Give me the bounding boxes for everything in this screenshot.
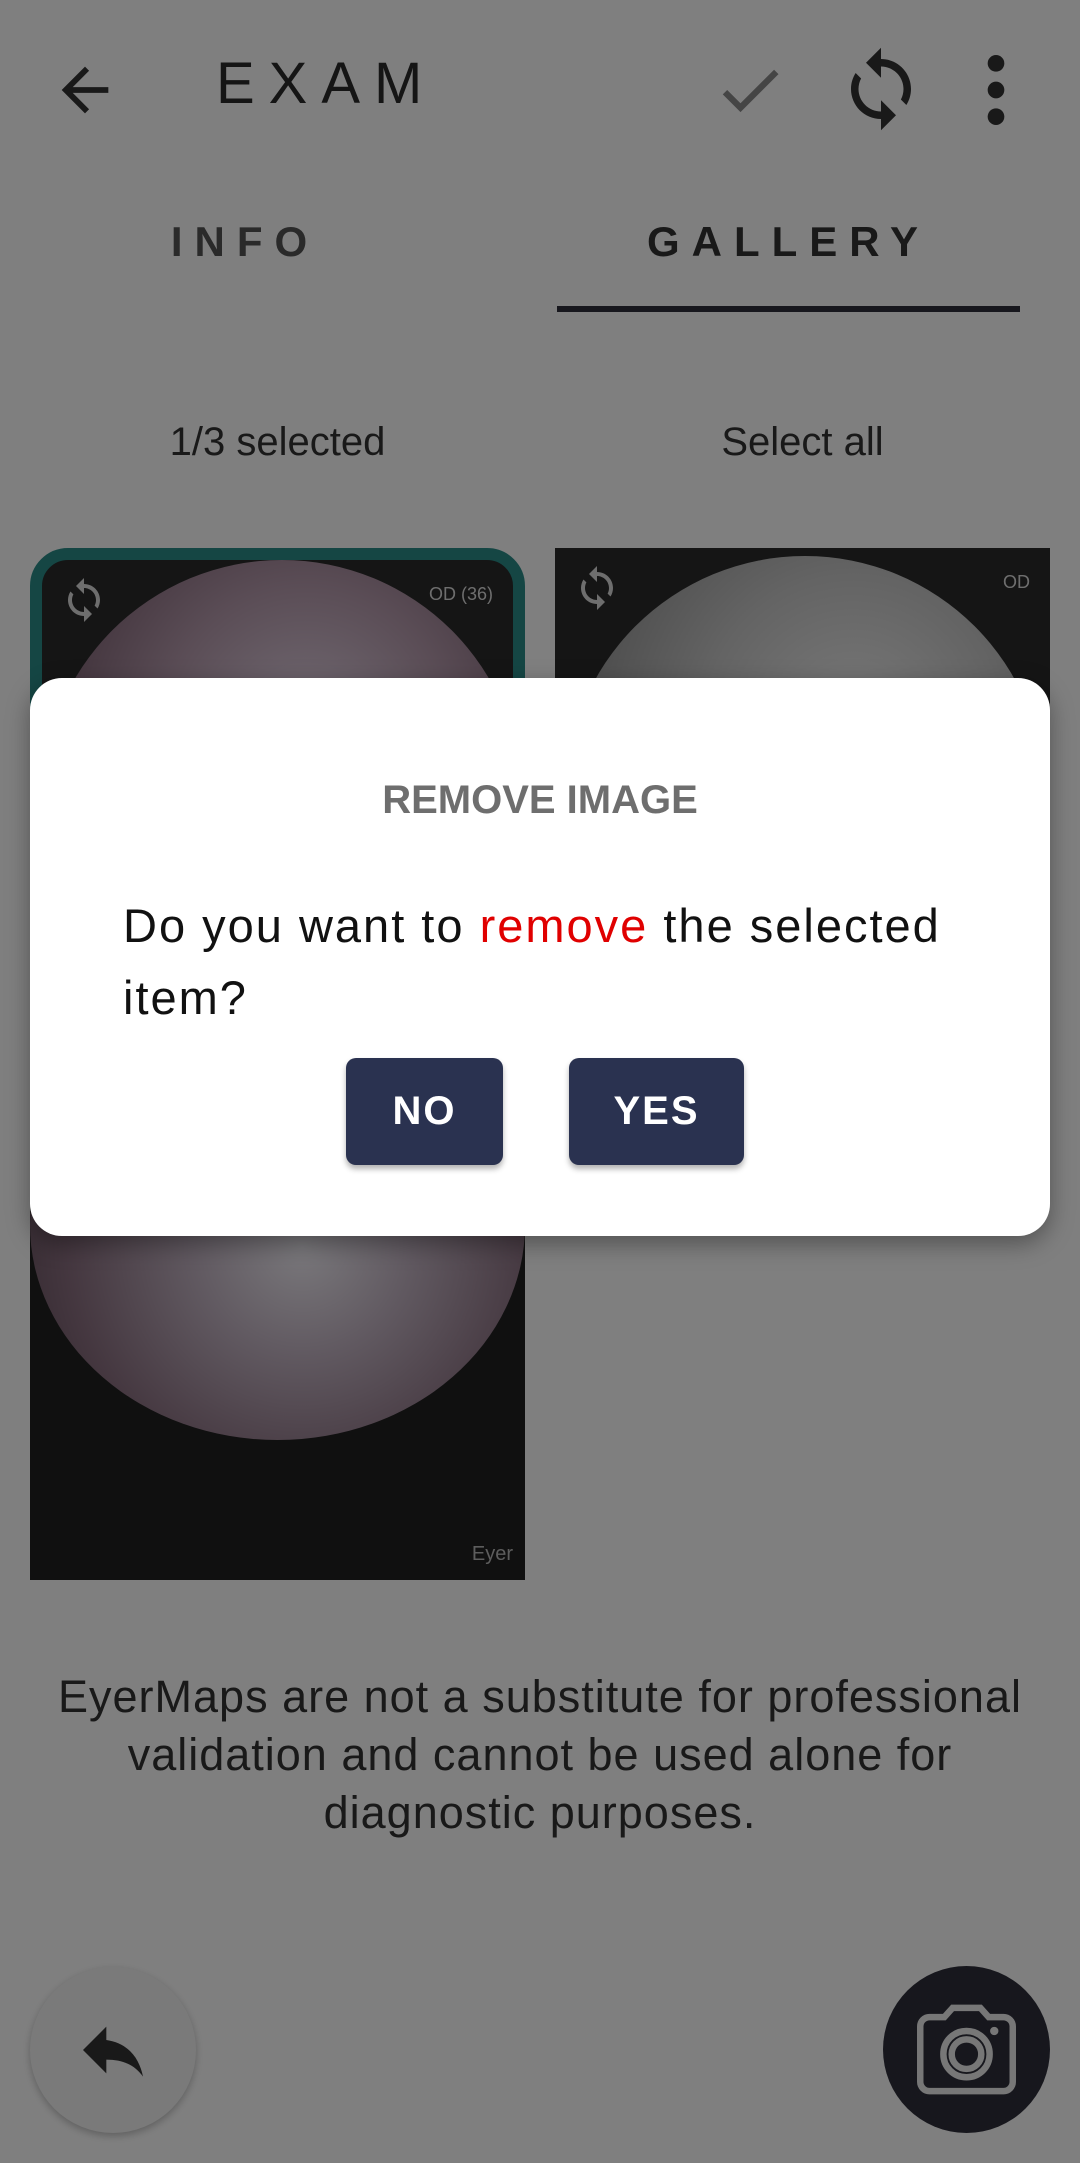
no-button[interactable]: NO	[346, 1058, 503, 1165]
remove-image-dialog: REMOVE IMAGE Do you want to remove the s…	[30, 678, 1050, 1236]
yes-button[interactable]: YES	[569, 1058, 744, 1165]
dialog-message-highlight: remove	[479, 899, 649, 952]
dialog-message-part1: Do you want to	[123, 899, 480, 952]
dialog-title: REMOVE IMAGE	[382, 778, 698, 822]
dialog-message: Do you want to remove the selected item?	[123, 890, 983, 1034]
